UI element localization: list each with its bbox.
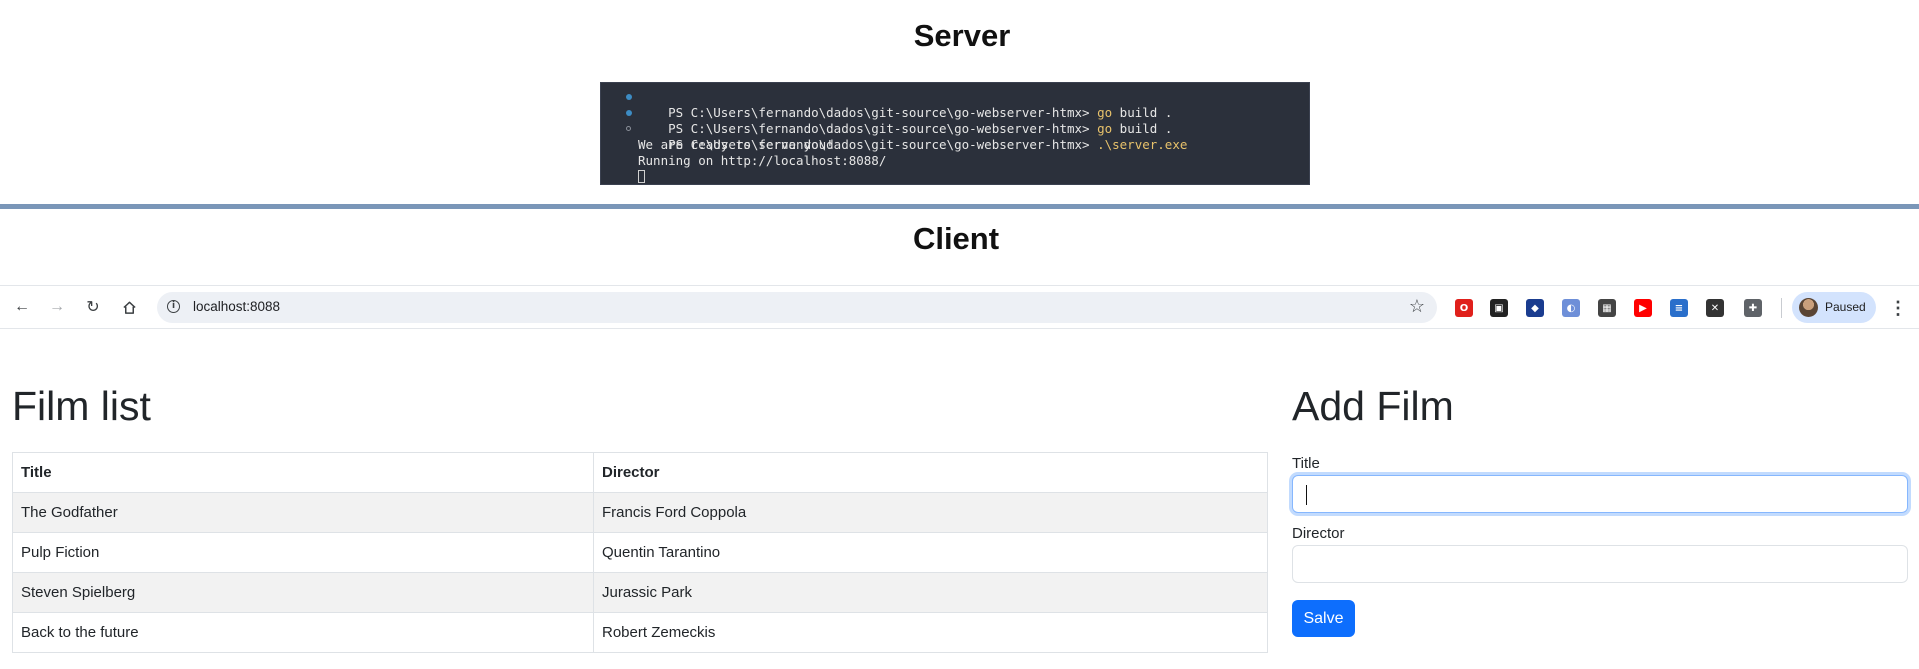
command-success-dot-icon: [626, 94, 632, 100]
terminal-cursor-icon: [638, 170, 645, 183]
film-title-cell: Pulp Fiction: [12, 532, 594, 573]
terminal-line: PS C:\Users\fernando\dados\git-source\go…: [601, 105, 1309, 136]
film-title-cell: The Godfather: [12, 492, 594, 533]
terminal-output: Running on http://localhost:8088/: [601, 153, 1309, 169]
command-running-dot-icon: [626, 126, 631, 131]
address-bar[interactable]: i localhost:8088 ☆: [157, 292, 1437, 323]
home-icon[interactable]: [118, 296, 140, 318]
film-director-cell: Jurassic Park: [593, 572, 1268, 613]
column-header-director: Director: [593, 452, 1268, 493]
reload-icon[interactable]: ↻: [82, 296, 104, 318]
film-director-cell: Francis Ford Coppola: [593, 492, 1268, 533]
terminal-line: PS C:\Users\fernando\dados\git-source\go…: [601, 121, 1309, 152]
table-row: Back to the future Robert Zemeckis: [12, 612, 1268, 653]
table-row: Steven Spielberg Jurassic Park: [12, 572, 1268, 613]
youtube-icon[interactable]: ▶: [1634, 299, 1652, 317]
terminal-output-text: We are ready to serve you!: [638, 137, 834, 152]
director-input[interactable]: [1292, 545, 1908, 583]
terminal-window: PS C:\Users\fernando\dados\git-source\go…: [600, 82, 1310, 185]
save-button[interactable]: Salve: [1292, 600, 1355, 637]
opera-icon[interactable]: O: [1455, 299, 1473, 317]
profile-status-label: Paused: [1825, 300, 1866, 314]
table-row: The Godfather Francis Ford Coppola: [12, 492, 1268, 533]
table-row: Pulp Fiction Quentin Tarantino: [12, 532, 1268, 573]
avatar: [1799, 298, 1818, 317]
film-list-heading: Film list: [12, 383, 151, 429]
address-url[interactable]: localhost:8088: [193, 299, 280, 314]
film-director-cell: Robert Zemeckis: [593, 612, 1268, 653]
section-divider: [0, 204, 1919, 209]
film-table: Title Director The Godfather Francis For…: [12, 452, 1268, 653]
film-title-cell: Steven Spielberg: [12, 572, 594, 613]
mask-extension-icon[interactable]: ▣: [1490, 299, 1508, 317]
client-heading: Client: [912, 221, 1000, 256]
profile-button[interactable]: Paused: [1792, 292, 1876, 323]
text-caret: [1306, 485, 1307, 505]
command-success-dot-icon: [626, 110, 632, 116]
shield-extension-icon[interactable]: ◆: [1526, 299, 1544, 317]
browser-toolbar: ← → ↻ i localhost:8088 ☆ O ▣ ◆ ◐ ▦ ▶ ≡ ✕ ✚ Pause…: [0, 285, 1919, 329]
title-field-label: Title: [1292, 455, 1320, 472]
layers-extension-icon[interactable]: ≡: [1670, 299, 1688, 317]
bookmark-star-icon[interactable]: ☆: [1409, 296, 1425, 317]
x-extension-icon[interactable]: ✕: [1706, 299, 1724, 317]
qr-code-icon[interactable]: ▦: [1598, 299, 1616, 317]
forward-arrow-icon[interactable]: →: [46, 296, 68, 318]
terminal-line: PS C:\Users\fernando\dados\git-source\go…: [601, 89, 1309, 120]
terminal-output: We are ready to serve you!: [601, 137, 1309, 153]
terminal-output-text: Running on http://localhost:8088/: [638, 153, 887, 168]
site-info-icon[interactable]: i: [167, 300, 180, 313]
terminal-input-line[interactable]: [601, 169, 1309, 185]
table-header-row: Title Director: [12, 452, 1268, 493]
add-film-heading: Add Film: [1292, 383, 1454, 429]
back-arrow-icon[interactable]: ←: [11, 296, 33, 318]
film-title-cell: Back to the future: [12, 612, 594, 653]
more-menu-icon[interactable]: ⋮: [1888, 296, 1908, 320]
toolbar-separator: [1781, 298, 1782, 318]
puzzle-extensions-icon[interactable]: ✚: [1744, 299, 1762, 317]
globe-extension-icon[interactable]: ◐: [1562, 299, 1580, 317]
director-field-label: Director: [1292, 525, 1345, 542]
film-director-cell: Quentin Tarantino: [593, 532, 1268, 573]
column-header-title: Title: [12, 452, 594, 493]
server-heading: Server: [913, 18, 1011, 53]
title-input[interactable]: [1292, 475, 1908, 513]
